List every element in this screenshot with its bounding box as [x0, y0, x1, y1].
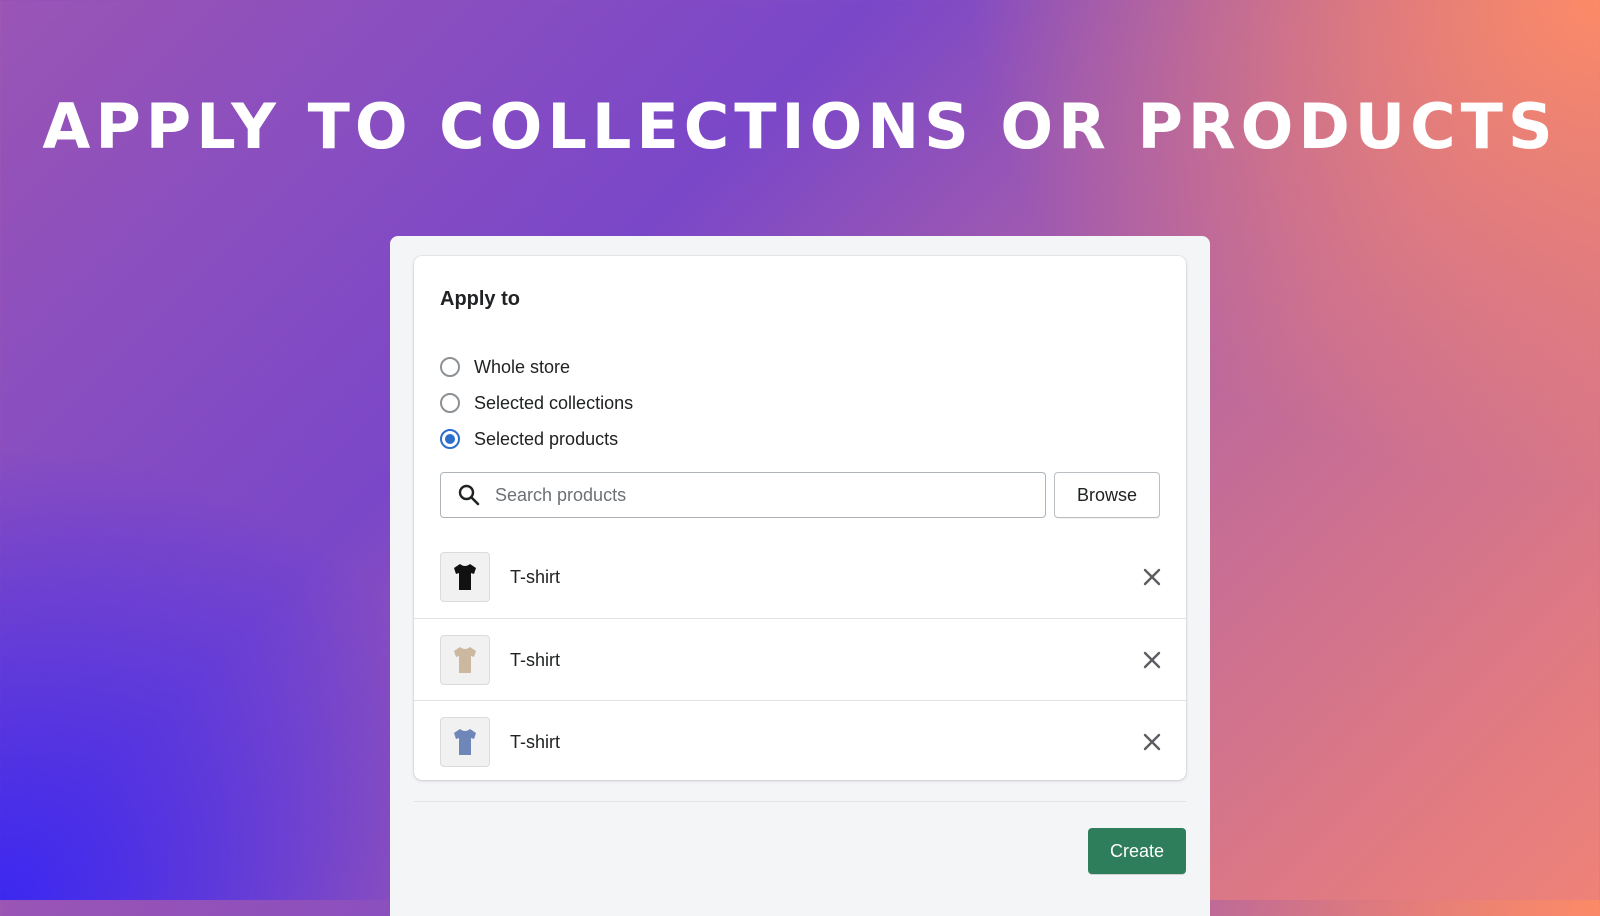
product-name: T-shirt: [510, 731, 561, 752]
search-input[interactable]: [493, 483, 1045, 507]
card-title: Apply to: [440, 288, 520, 310]
radio-button-checked[interactable]: [440, 429, 460, 449]
radio-button[interactable]: [440, 393, 460, 413]
close-icon: [1143, 651, 1161, 669]
close-icon: [1143, 733, 1161, 751]
remove-product-button[interactable]: [1132, 640, 1172, 680]
radio-label: Whole store: [474, 356, 571, 377]
search-icon: [458, 484, 480, 506]
radio-whole-store[interactable]: Whole store: [440, 354, 570, 380]
product-thumbnail: [440, 635, 490, 685]
radio-selected-collections[interactable]: Selected collections: [440, 390, 633, 416]
discount-panel: Apply to Whole store Selected collection…: [390, 236, 1210, 916]
product-row: T-shirt: [414, 536, 1186, 618]
search-field[interactable]: [440, 472, 1046, 518]
remove-product-button[interactable]: [1132, 722, 1172, 762]
radio-label: Selected products: [474, 428, 619, 449]
page-headline: APPLY TO COLLECTIONS OR PRODUCTS: [42, 90, 1558, 163]
product-thumbnail: [440, 717, 490, 767]
close-icon: [1143, 568, 1161, 586]
tshirt-icon: [454, 729, 476, 755]
tshirt-icon: [454, 647, 476, 673]
create-button[interactable]: Create: [1088, 828, 1186, 874]
product-name: T-shirt: [510, 649, 561, 670]
remove-product-button[interactable]: [1132, 557, 1172, 597]
radio-button[interactable]: [440, 357, 460, 377]
radio-label: Selected collections: [474, 392, 634, 413]
browse-button[interactable]: Browse: [1054, 472, 1160, 518]
product-row: T-shirt: [414, 700, 1186, 780]
product-row: T-shirt: [414, 618, 1186, 701]
product-name: T-shirt: [510, 566, 561, 587]
apply-to-card: Apply to Whole store Selected collection…: [414, 256, 1186, 780]
product-thumbnail: [440, 552, 490, 602]
tshirt-icon: [454, 564, 476, 590]
footer-divider: [414, 801, 1186, 802]
radio-selected-products[interactable]: Selected products: [440, 426, 618, 452]
